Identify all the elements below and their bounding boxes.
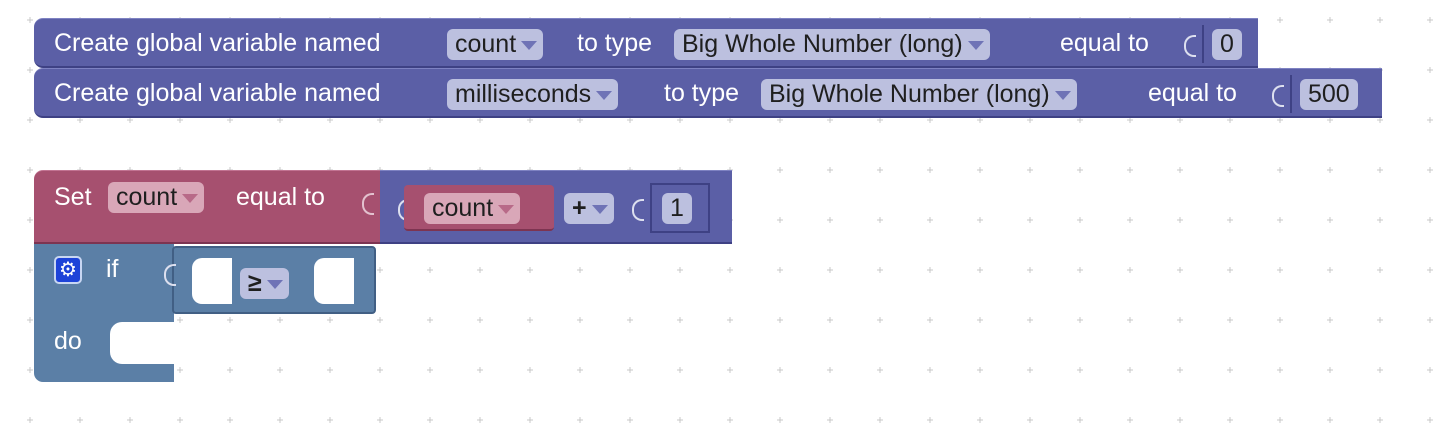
create-global-label: Create global variable named <box>54 79 381 107</box>
to-type-label: to type <box>664 79 740 107</box>
type-value: Big Whole Number (long) <box>769 80 1050 108</box>
global-variable-block-milliseconds[interactable]: Create global variable named millisecond… <box>34 68 1382 118</box>
variable-name-dropdown[interactable]: milliseconds <box>447 79 619 110</box>
chevron-down-icon <box>596 90 613 100</box>
number-field[interactable]: 0 <box>1212 29 1242 60</box>
type-value: Big Whole Number (long) <box>682 30 963 58</box>
compare-left-input[interactable] <box>192 258 232 304</box>
type-dropdown[interactable]: Big Whole Number (long) <box>674 29 990 60</box>
chevron-down-icon <box>591 204 608 214</box>
variable-name-value: milliseconds <box>455 80 592 108</box>
compare-right-input[interactable] <box>314 258 354 304</box>
compare-block[interactable]: ≥ <box>164 246 376 314</box>
equal-to-label: equal to <box>1060 29 1149 57</box>
number-field[interactable]: 1 <box>662 193 692 224</box>
variable-getter-block[interactable]: count <box>404 185 554 231</box>
operator-dropdown[interactable]: + <box>564 193 614 224</box>
global-variable-block-count[interactable]: Create global variable named count to ty… <box>34 18 1258 68</box>
set-variable-value: count <box>116 183 178 211</box>
set-variable-block[interactable]: Set count equal to <box>34 170 380 244</box>
gear-icon[interactable]: ⚙ <box>54 256 82 284</box>
chevron-down-icon <box>498 204 515 214</box>
input-notch <box>632 199 644 221</box>
to-type-label: to type <box>577 29 653 57</box>
input-notch <box>164 264 176 286</box>
compare-operator-dropdown[interactable]: ≥ <box>240 268 289 299</box>
chevron-down-icon <box>521 40 538 50</box>
variable-name-value: count <box>455 30 517 58</box>
create-global-label: Create global variable named <box>54 29 381 57</box>
number-block[interactable]: 0 <box>1202 25 1258 63</box>
variable-name-dropdown[interactable]: count <box>447 29 544 60</box>
input-notch <box>1184 35 1196 57</box>
set-label: Set <box>54 183 92 211</box>
math-add-block[interactable]: count + 1 <box>380 170 732 244</box>
compare-operator-value: ≥ <box>248 269 262 297</box>
do-label: do <box>54 327 82 355</box>
chevron-down-icon <box>1054 90 1071 100</box>
number-field[interactable]: 500 <box>1300 79 1358 110</box>
number-block[interactable]: 1 <box>650 183 710 233</box>
if-label: if <box>106 255 119 283</box>
equal-to-label: equal to <box>1148 79 1237 107</box>
set-equal-to-label: equal to <box>236 183 325 211</box>
getter-variable-dropdown[interactable]: count <box>424 193 521 224</box>
chevron-down-icon <box>266 279 283 289</box>
chevron-down-icon <box>182 193 199 203</box>
type-dropdown[interactable]: Big Whole Number (long) <box>761 79 1077 110</box>
input-notch <box>1272 85 1284 107</box>
getter-variable-value: count <box>432 194 494 222</box>
chevron-down-icon <box>967 40 984 50</box>
input-notch <box>362 193 374 215</box>
set-variable-dropdown[interactable]: count <box>108 182 205 213</box>
number-block[interactable]: 500 <box>1290 75 1380 113</box>
if-do-block[interactable]: ⚙ if do <box>34 244 174 382</box>
statement-slot[interactable] <box>110 322 174 364</box>
operator-value: + <box>572 194 587 222</box>
